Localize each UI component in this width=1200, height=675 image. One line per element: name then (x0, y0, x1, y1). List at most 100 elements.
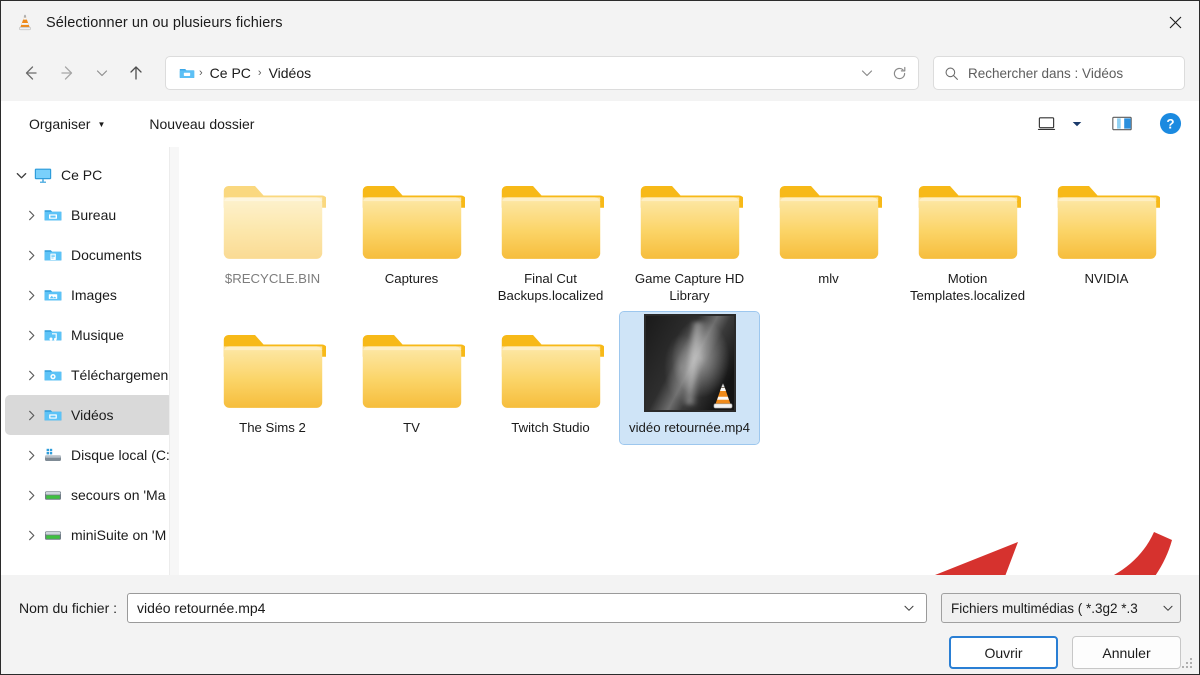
window-title: Sélectionner un ou plusieurs fichiers (46, 14, 283, 31)
folder-item[interactable]: Captures (342, 163, 481, 312)
folder-item[interactable]: Twitch Studio (481, 312, 620, 444)
item-thumbnail (346, 169, 477, 263)
folder-item[interactable]: $RECYCLE.BIN (203, 163, 342, 312)
address-bar[interactable]: › Ce PC › Vidéos (165, 56, 919, 90)
red-arrow-annotation (914, 515, 1184, 575)
chevron-right-icon[interactable] (19, 329, 43, 342)
chevron-down-icon[interactable] (9, 169, 33, 182)
refresh-icon (893, 66, 905, 79)
chevron-right-icon (28, 290, 34, 300)
sidebar-item-label: Musique (71, 327, 124, 343)
folder-item[interactable]: Game Capture HD Library (620, 163, 759, 312)
organize-button[interactable]: Organiser ▼ (19, 110, 115, 138)
folder-item[interactable]: NVIDIA (1037, 163, 1176, 312)
view-layout-icon (1037, 117, 1055, 130)
chevron-right-icon[interactable] (19, 529, 43, 542)
recent-locations-button[interactable] (87, 56, 117, 90)
folder-item[interactable]: Final Cut Backups.localized (481, 163, 620, 312)
filename-value: vidéo retournée.mp4 (137, 600, 266, 616)
resize-grip-icon[interactable] (1182, 658, 1194, 670)
title-bar-left: Sélectionner un ou plusieurs fichiers (1, 13, 283, 33)
sidebar-item-documents[interactable]: Documents (5, 235, 173, 275)
folder-item[interactable]: mlv (759, 163, 898, 312)
sidebar-item-images[interactable]: Images (5, 275, 173, 315)
folder-icon (640, 186, 743, 259)
chevron-right-icon (28, 250, 34, 260)
folder-icon (779, 186, 882, 259)
vlc-cone-icon (15, 13, 35, 33)
close-button[interactable] (1152, 1, 1199, 44)
navigation-sidebar[interactable]: Ce PC Bureau Documents Images Musique Télécha… (1, 147, 179, 575)
folder-item[interactable]: TV (342, 312, 481, 444)
chevron-right-icon[interactable] (19, 209, 43, 222)
sidebar-item-vid-os[interactable]: Vidéos (5, 395, 173, 435)
breadcrumb-separator: › (257, 67, 262, 79)
up-button[interactable] (117, 56, 155, 90)
help-button[interactable]: ? (1153, 109, 1187, 139)
folder-icon (1057, 186, 1160, 259)
open-button[interactable]: Ouvrir (949, 636, 1058, 669)
refresh-button[interactable] (884, 59, 914, 87)
help-icon: ? (1159, 112, 1181, 135)
item-thumbnail (1041, 169, 1172, 263)
action-buttons-row: Ouvrir Annuler (19, 627, 1181, 669)
search-input[interactable]: Rechercher dans : Vidéos (933, 56, 1185, 90)
network-drive-icon (43, 485, 71, 505)
breadcrumb-item-1[interactable]: Vidéos (263, 62, 318, 84)
filename-row: Nom du fichier : vidéo retournée.mp4 Fic… (19, 575, 1181, 627)
folder-documents-icon (44, 250, 62, 261)
preview-pane-button[interactable] (1105, 109, 1139, 139)
file-type-filter-value: Fichiers multimédias ( *.3g2 *.3 (951, 600, 1138, 616)
vlc-cone-icon (713, 383, 732, 409)
new-folder-button[interactable]: Nouveau dossier (139, 110, 264, 138)
folder-videos-icon (179, 68, 195, 78)
chevron-right-icon[interactable] (19, 409, 43, 422)
sidebar-item-ce-pc[interactable]: Ce PC (5, 155, 173, 195)
sidebar-item-secours-on-ma[interactable]: secours on 'Ma (5, 475, 173, 515)
folder-icon (223, 335, 326, 408)
chevron-right-icon[interactable] (19, 489, 43, 502)
navigation-bar: › Ce PC › Vidéos Rechercher dans: Vidéo… (1, 45, 1199, 101)
arrow-up-icon (130, 66, 142, 80)
sidebar-item-t-l-chargemen[interactable]: Téléchargemen (5, 355, 173, 395)
file-item[interactable]: vidéo retournée.mp4 (619, 311, 760, 445)
filename-input[interactable]: vidéo retournée.mp4 (127, 593, 927, 623)
preview-pane-icon (1112, 116, 1132, 131)
sidebar-item-label: Images (71, 287, 117, 303)
chevron-right-icon[interactable] (19, 249, 43, 262)
chevron-down-icon (1163, 605, 1173, 611)
new-folder-label: Nouveau dossier (149, 115, 255, 132)
chevron-down-icon (861, 70, 873, 77)
folder-videos-icon (44, 410, 62, 421)
folder-item[interactable]: Motion Templates.localized (898, 163, 1037, 312)
chevron-right-icon[interactable] (19, 449, 43, 462)
sidebar-item-musique[interactable]: Musique (5, 315, 173, 355)
chevron-right-icon[interactable] (19, 369, 43, 382)
sidebar-divider[interactable] (169, 147, 179, 575)
breadcrumb-item-0[interactable]: Ce PC (204, 62, 257, 84)
item-label: The Sims 2 (239, 420, 306, 435)
chevron-right-icon[interactable] (19, 289, 43, 302)
item-thumbnail (485, 318, 616, 412)
folder-item[interactable]: The Sims 2 (203, 312, 342, 444)
organize-label: Organiser (29, 115, 91, 132)
view-mode-dropdown[interactable] (1065, 109, 1089, 139)
filename-dropdown-button[interactable] (898, 602, 920, 614)
file-list-pane[interactable]: $RECYCLE.BIN Captures Final Cut Backups.lo… (179, 147, 1199, 575)
folder-icon (501, 335, 604, 408)
cancel-button[interactable]: Annuler (1072, 636, 1181, 669)
chevron-down-icon (16, 172, 26, 178)
sidebar-item-bureau[interactable]: Bureau (5, 195, 173, 235)
forward-button[interactable] (49, 56, 87, 90)
sidebar-item-minisuite-on-m[interactable]: miniSuite on 'M (5, 515, 173, 555)
search-placeholder: Rechercher dans : Vidéos (968, 65, 1124, 81)
address-history-button[interactable] (852, 59, 882, 87)
folder-downloads-icon (44, 370, 62, 381)
chevron-right-icon (28, 210, 34, 220)
file-type-filter[interactable]: Fichiers multimédias ( *.3g2 *.3 (941, 593, 1181, 623)
back-button[interactable] (11, 56, 49, 90)
view-mode-button[interactable] (1029, 109, 1063, 139)
sidebar-item-disque-local-c[interactable]: Disque local (C: (5, 435, 173, 475)
title-bar: Sélectionner un ou plusieurs fichiers (1, 1, 1199, 45)
file-grid: $RECYCLE.BIN Captures Final Cut Backups.lo… (203, 163, 1189, 445)
